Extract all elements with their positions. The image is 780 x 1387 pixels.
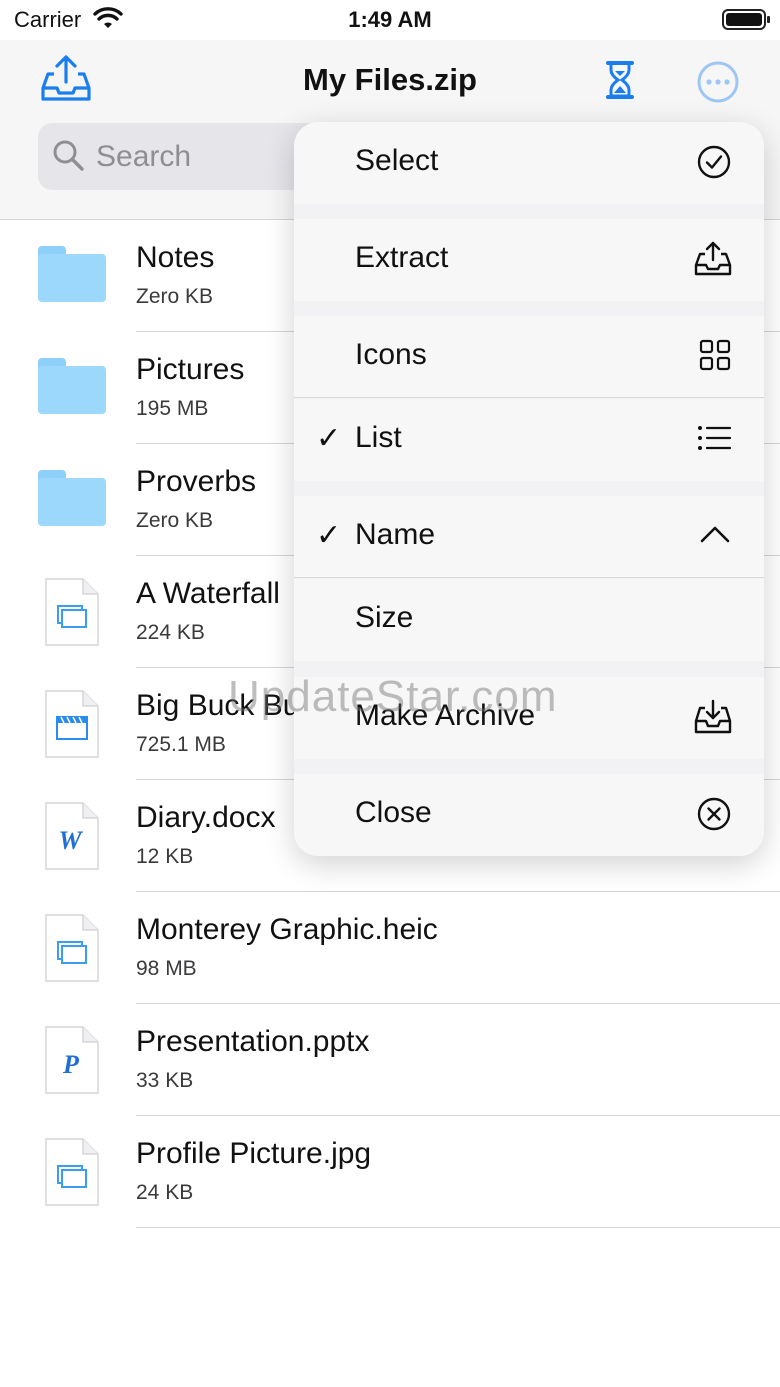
file-name: Diary.docx (136, 801, 276, 834)
powerpoint-file-icon: P (45, 1026, 99, 1094)
chevron-up-icon (700, 526, 730, 543)
file-name: Pictures (136, 353, 245, 386)
menu-item-sort-size[interactable]: Size (294, 579, 764, 661)
menu-item-close[interactable]: Close (294, 774, 764, 856)
grid-icon (699, 339, 731, 371)
list-item[interactable]: Monterey Graphic.heic 98 MB (0, 892, 780, 1004)
menu-item-label: Close (355, 796, 432, 829)
file-name: Notes (136, 241, 215, 274)
menu-item-label: Size (355, 601, 414, 634)
archive-icon (694, 699, 732, 734)
menu-item-label: Icons (355, 338, 427, 371)
image-file-icon (45, 578, 99, 646)
file-size: 725.1 MB (136, 733, 226, 756)
folder-icon (38, 358, 106, 414)
hourglass-icon[interactable] (604, 60, 636, 100)
svg-text:P: P (62, 1050, 80, 1079)
menu-item-label: Select (355, 144, 439, 177)
status-bar: Carrier 1:49 AM (0, 0, 780, 40)
search-field[interactable]: Search (38, 123, 338, 190)
battery-icon (722, 9, 770, 30)
file-size: 224 KB (136, 621, 205, 644)
menu-item-label: List (355, 421, 402, 454)
folder-icon (38, 246, 106, 302)
list-item[interactable]: Profile Picture.jpg 24 KB (0, 1116, 780, 1228)
status-time: 1:49 AM (348, 7, 432, 32)
menu-item-label: Name (355, 518, 436, 551)
file-name: Presentation.pptx (136, 1025, 370, 1058)
more-options-icon[interactable] (696, 60, 740, 104)
page-title: My Files.zip (303, 62, 477, 97)
menu-item-extract[interactable]: Extract (294, 219, 764, 301)
list-item[interactable]: P Presentation.pptx 33 KB (0, 1004, 780, 1116)
file-size: 98 MB (136, 957, 197, 980)
file-name: Monterey Graphic.heic (136, 913, 438, 946)
menu-item-list[interactable]: ✓ List (294, 399, 764, 481)
image-file-icon (45, 1138, 99, 1206)
file-size: Zero KB (136, 285, 214, 308)
extract-icon (694, 241, 732, 276)
image-file-icon (45, 914, 99, 982)
word-file-icon: W (45, 802, 99, 870)
checkmark-icon: ✓ (316, 422, 342, 455)
menu-item-select[interactable]: Select (294, 122, 764, 204)
search-icon (53, 140, 84, 171)
folder-icon (38, 470, 106, 526)
menu-item-label: Extract (355, 241, 449, 274)
list-icon (698, 426, 732, 450)
checkmark-circle-icon (697, 145, 731, 179)
watermark: UpdateStar.com (228, 672, 558, 721)
checkmark-icon: ✓ (316, 519, 342, 552)
context-menu: Select Extract Icons ✓ List ✓ Name Size … (294, 122, 764, 856)
file-name: Profile Picture.jpg (136, 1137, 372, 1170)
close-circle-icon (697, 797, 731, 831)
video-file-icon (45, 690, 99, 758)
file-name: Proverbs (136, 465, 257, 498)
file-size: 24 KB (136, 1181, 194, 1204)
menu-item-icons[interactable]: Icons (294, 316, 764, 398)
search-placeholder: Search (96, 140, 192, 173)
file-size: 195 MB (136, 397, 209, 420)
file-size: Zero KB (136, 509, 214, 532)
menu-item-sort-name[interactable]: ✓ Name (294, 496, 764, 578)
file-name: A Waterfall (136, 577, 280, 610)
file-size: 12 KB (136, 845, 194, 868)
file-size: 33 KB (136, 1069, 194, 1092)
svg-text:W: W (58, 826, 83, 855)
